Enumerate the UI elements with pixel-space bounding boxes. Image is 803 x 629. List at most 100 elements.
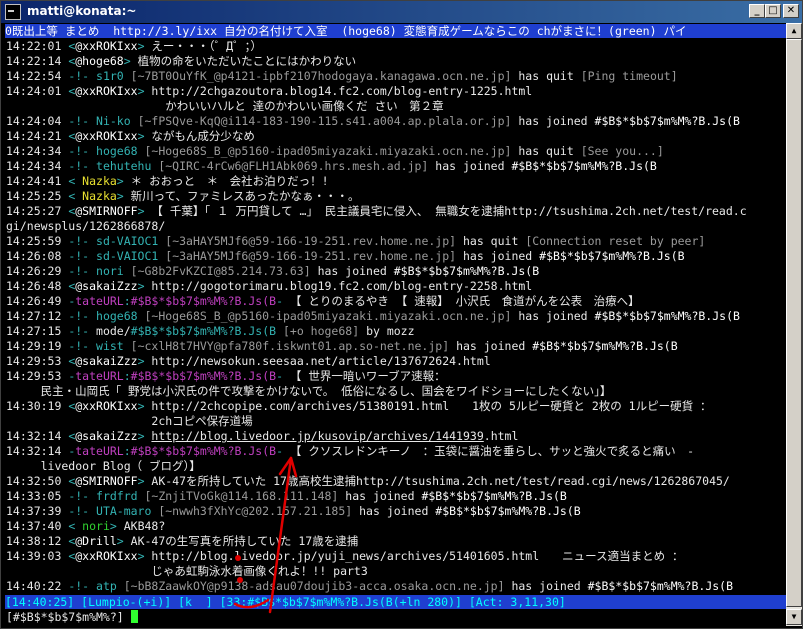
text-cursor (130, 610, 138, 623)
log-segment: http://2chcopipe.com/archives/51380191.h… (151, 399, 712, 413)
log-segment: atp (96, 579, 124, 593)
log-segment: 14:22:01 (6, 39, 69, 53)
log-segment: [Connection reset by peer] (525, 234, 706, 248)
vertical-scrollbar[interactable]: ▲ ▼ (786, 23, 802, 626)
log-segment: tateURL (75, 369, 124, 383)
log-segment: #$B$*$b$7$m%M%?B.Js(B (511, 159, 657, 173)
scroll-up-arrow-icon[interactable]: ▲ (786, 23, 802, 39)
log-line: gi/newsplus/1262866878/ (6, 219, 786, 234)
log-segment: @xxROKIxx (75, 549, 138, 563)
log-segment: -!- (68, 489, 97, 503)
log-segment: http://gogotorimaru.blog19.fc2.com/blog-… (151, 279, 533, 293)
close-button[interactable]: ✕ (783, 4, 799, 18)
log-segment: AK-47の生写真を所持していた 17歳を逮捕 (130, 534, 359, 548)
log-line: 14:32:50 <@SMIRNOFF> AK-47を所持していた 17歳高校生… (6, 474, 786, 489)
log-line: 14:24:01 <@xxROKIxx> http://2chgazoutora… (6, 84, 786, 99)
log-line: 14:24:41 < Nazka> ＊ おおっと ＊ 会社お泊りだっ！! (6, 174, 786, 189)
log-segment: 植物の命をいただいたことにはかわりない (137, 54, 357, 68)
log-segment: 【 世界一暗いワーブア速報： (289, 369, 446, 383)
log-line: 14:22:01 <@xxROKIxx> えー・・・（゜Д゜；） (6, 39, 786, 54)
log-segment: [~7BT0OuYfK_@p4121-ipbf2107hodogaya.kana… (130, 69, 512, 83)
log-segment: @sakaiZzz (75, 279, 138, 293)
log-segment: has joined (352, 504, 436, 518)
log-segment: -!- (68, 324, 97, 338)
log-segment: .html (483, 429, 519, 443)
log-segment: 14:38:12 (6, 534, 69, 548)
log-segment: #$B$*$b$7$m%M%?B.Js(B (130, 294, 277, 308)
title-bar[interactable]: matti@konata:~ _ □ ✕ (1, 1, 802, 23)
chat-log: 14:22:01 <@xxROKIxx> えー・・・（゜Д゜；） 14:22:14… (6, 39, 786, 594)
terminal-area[interactable]: 0既出上等 まとめ http://3.ly/ixx 自分の名付けて入室 (hog… (3, 23, 786, 625)
log-segment: 【 クソスレドンキーノ ：玉袋に醤油を垂らし、サッと強火で炙ると痛い - (289, 444, 695, 458)
log-segment: tehutehu (96, 159, 159, 173)
log-line: 14:26:49 -tateURL:#$B$*$b$7$m%M%?B.Js(B-… (6, 294, 786, 309)
scrollbar-thumb[interactable] (786, 39, 802, 607)
log-segment: > (137, 204, 152, 218)
log-segment: #$B$*$b$7$m%M%?B.Js(B (435, 504, 581, 518)
log-segment: 14:24:01 (6, 84, 69, 98)
log-segment: has joined (511, 114, 595, 128)
log-segment: Nazka (82, 174, 117, 188)
log-segment: 14:29:19 (6, 339, 69, 353)
log-segment: 14:24:41 (6, 174, 69, 188)
log-segment: livedoor Blog（ ブログ）】 (6, 459, 201, 473)
log-segment: @SMIRNOFF (75, 474, 138, 488)
log-segment: AK-47を所持していた 17歳高校生逮捕http://tsushima.2ch… (151, 474, 730, 488)
log-segment: 14:27:12 (6, 309, 69, 323)
log-segment: 【 千葉】「 １ 万円貸して …」 民主議員宅に侵入、 無職女を逮捕http:/… (151, 204, 747, 218)
maximize-button[interactable]: □ (765, 4, 781, 18)
log-line: 14:33:05 -!- frdfrd [~ZnjiTVoGk@114.168.… (6, 489, 786, 504)
log-segment: #$B$*$b$7$m%M%?B.Js(B (532, 339, 678, 353)
log-line: 14:24:34 -!- hoge68 [~Hoge68S_B_@p5160-i… (6, 144, 786, 159)
log-segment: 14:25:27 (6, 204, 69, 218)
log-segment: 14:26:49 (6, 294, 69, 308)
log-segment: 14:40:22 (6, 579, 69, 593)
log-segment: -!- (68, 579, 97, 593)
log-segment: [See you...] (580, 144, 664, 158)
log-segment: -!- (68, 339, 97, 353)
log-segment: has joined (511, 309, 595, 323)
minimize-button[interactable]: _ (749, 4, 765, 18)
input-line[interactable]: [#$B$*$b$7$m%M%?] (6, 610, 138, 625)
log-segment: > (137, 399, 152, 413)
log-segment: 14:27:15 (6, 324, 69, 338)
log-line: 14:25:59 -!- sd-VAIOC1 [~3aHAY5MJf6@59-1… (6, 234, 786, 249)
log-segment: > (123, 54, 138, 68)
input-prompt: [#$B$*$b$7$m%M%?] (6, 610, 124, 624)
log-segment: has joined (449, 339, 533, 353)
log-segment: [Ping timeout] (580, 69, 678, 83)
log-segment: hoge68 (96, 309, 145, 323)
log-segment: tateURL (75, 294, 124, 308)
log-line: 14:24:21 <@xxROKIxx> ながもん成分少なめ (6, 129, 786, 144)
log-segment: 民主・山岡氏「 野党は小沢氏の件で攻撃をかけないで。 低俗になるし、国会をワイド… (6, 384, 612, 398)
log-segment: frdfrd (96, 489, 145, 503)
log-segment: > (137, 429, 152, 443)
log-segment: [~QIRC-4rCw6@FLH1Abk069.hrs.mesh.ad.jp] (158, 159, 429, 173)
log-segment: has joined (504, 579, 588, 593)
log-line: かわいいハルと 達のかわいい画像くだ さい 第２章 (6, 99, 786, 114)
log-segment: [~bB8ZaawkOY@p9138-adsau07doujib3-acca.o… (123, 579, 505, 593)
log-segment: #$B$*$b$7$m%M%?B.Js(B (421, 489, 567, 503)
log-segment: nori (96, 264, 131, 278)
log-segment: > (137, 279, 152, 293)
log-segment: @xxROKIxx (75, 129, 138, 143)
log-segment: [~3aHAY5MJf6@59-166-19-251.rev.home.ne.j… (165, 249, 457, 263)
log-segment: http://blog.livedoor.jp/kusovip/archives… (151, 429, 484, 443)
log-segment: 14:22:54 (6, 69, 69, 83)
log-segment: @hoge68 (75, 54, 124, 68)
log-line: 14:25:25 < Nazka> 新川って、ファミレスあったかなぁ・・・。 (6, 189, 786, 204)
log-line: 14:26:08 -!- sd-VAIOC1 [~3aHAY5MJf6@59-1… (6, 249, 786, 264)
terminal-window: matti@konata:~ _ □ ✕ 0既出上等 まとめ http://3.… (0, 0, 803, 629)
log-line: livedoor Blog（ ブログ）】 (6, 459, 786, 474)
log-segment: < (68, 519, 83, 533)
log-segment: 2chコピペ保存道場 (6, 414, 253, 428)
log-segment: @sakaiZzz (75, 354, 138, 368)
scroll-down-arrow-icon[interactable]: ▼ (786, 609, 802, 625)
log-segment: [~ZnjiTVoGk@114.168.111.148] (144, 489, 339, 503)
log-line: 14:29:19 -!- wist [~cxlH8t7HVY@pfa780f.i… (6, 339, 786, 354)
log-segment: > (116, 189, 131, 203)
log-segment: > (137, 354, 152, 368)
log-segment: nori (82, 519, 110, 533)
log-segment: sd-VAIOC1 (96, 249, 166, 263)
log-segment: > (116, 174, 131, 188)
